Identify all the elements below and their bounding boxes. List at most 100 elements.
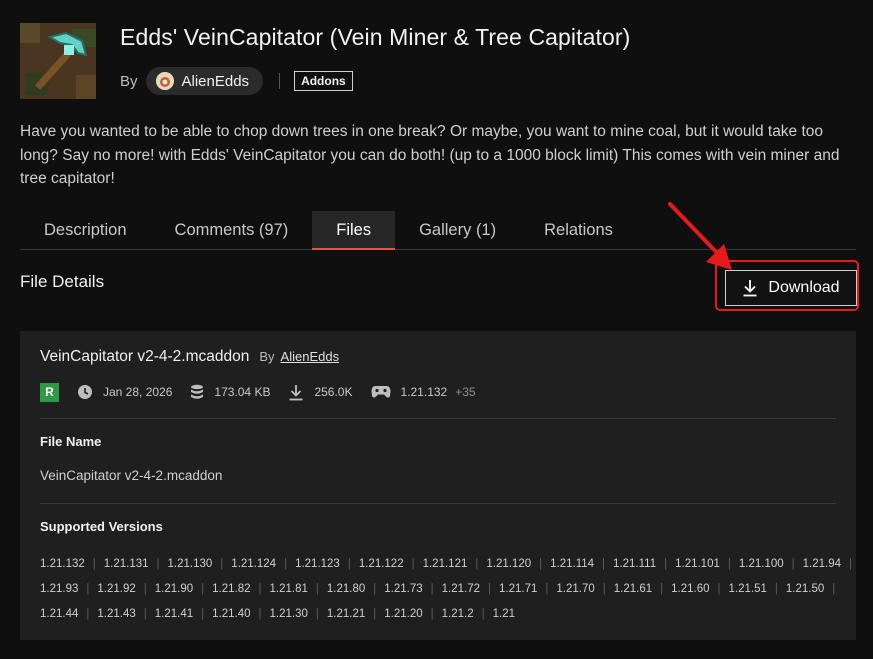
version-item: 1.21.73: [384, 582, 423, 595]
version-item: 1.21.131: [103, 557, 149, 570]
version-separator: |: [258, 582, 262, 595]
file-game-version: 1.21.132: [400, 385, 448, 399]
version-separator: |: [86, 607, 90, 620]
version-item: 1.21.40: [212, 607, 251, 620]
version-separator: |: [727, 557, 731, 570]
tab-gallery[interactable]: Gallery (1): [395, 211, 520, 249]
version-separator: |: [201, 607, 205, 620]
tab-files[interactable]: Files: [312, 211, 396, 250]
version-item: 1.21.81: [269, 582, 308, 595]
download-label: Download: [768, 279, 840, 296]
version-separator: |: [92, 557, 96, 570]
author-name: AlienEdds: [181, 72, 250, 90]
clock-icon: [77, 384, 93, 400]
version-separator: |: [602, 582, 606, 595]
project-byline: By AlienEdds Addons: [120, 67, 353, 95]
version-item: 1.21.44: [40, 607, 79, 620]
version-item: 1.21.120: [486, 557, 532, 570]
version-item: 1.21.72: [441, 582, 480, 595]
version-separator: |: [430, 607, 434, 620]
tab-relations[interactable]: Relations: [520, 211, 637, 249]
version-separator: |: [832, 582, 836, 595]
version-item: 1.21.43: [97, 607, 136, 620]
version-separator: |: [488, 582, 491, 595]
version-separator: |: [849, 557, 853, 570]
version-separator: |: [545, 582, 549, 595]
file-author-link[interactable]: AlienEdds: [281, 349, 340, 364]
version-item: 1.21.51: [728, 582, 767, 595]
version-separator: |: [258, 607, 262, 620]
card-divider: [40, 418, 836, 419]
version-item: 1.21.82: [212, 582, 251, 595]
version-separator: |: [430, 582, 434, 595]
version-item: 1.21.61: [613, 582, 653, 595]
tab-comments[interactable]: Comments (97): [151, 211, 313, 249]
download-count-icon: [288, 384, 304, 401]
version-separator: |: [717, 582, 721, 595]
version-item: 1.21.92: [97, 582, 136, 595]
version-item: 1.21.111: [613, 557, 657, 570]
version-separator: |: [220, 557, 224, 570]
supported-versions-list: 1.21.132 | 1.21.131 | 1.21.130 | 1.21.124 | 1.21…: [40, 551, 852, 626]
version-separator: |: [481, 607, 485, 620]
version-item: 1.21.20: [384, 607, 423, 620]
version-separator: |: [315, 582, 319, 595]
file-date: Jan 28, 2026: [103, 385, 173, 399]
pickaxe-thumbnail-icon: [20, 23, 96, 99]
version-item: 1.21.30: [269, 607, 308, 620]
version-separator: |: [284, 557, 288, 570]
release-badge: R: [40, 382, 59, 402]
download-button[interactable]: Download: [725, 270, 857, 306]
version-separator: |: [373, 582, 377, 595]
versions-row: 1.21.93 | 1.21.92 | 1.21.90 | 1.21.82 | 1.21.81 |…: [40, 576, 840, 601]
supported-versions-label: Supported Versions: [40, 519, 163, 534]
version-item: 1.21.21: [326, 607, 366, 620]
version-separator: |: [602, 557, 606, 570]
file-downloads: 256.0K: [314, 385, 353, 399]
version-item: 1.21.124: [231, 557, 277, 570]
project-title: Edds' VeinCapitator (Vein Miner & Tree C…: [120, 24, 631, 50]
version-separator: |: [373, 607, 377, 620]
file-title: VeinCapitator v2-4-2.mcaddon: [40, 348, 250, 365]
version-item: 1.21.41: [154, 607, 194, 620]
version-separator: |: [774, 582, 778, 595]
author-chip[interactable]: AlienEdds: [145, 67, 264, 95]
category-tag[interactable]: Addons: [294, 71, 353, 91]
version-separator: |: [347, 557, 351, 570]
version-item: 1.21.50: [785, 582, 825, 595]
file-by-label: By: [259, 349, 275, 364]
file-title-row: VeinCapitator v2-4-2.mcaddon By AlienEdd…: [40, 348, 339, 366]
version-item: 1.21.114: [550, 557, 595, 570]
extra-versions-count[interactable]: +35: [455, 385, 475, 399]
version-item: 1.21.80: [326, 582, 366, 595]
version-separator: |: [660, 582, 664, 595]
tab-description[interactable]: Description: [20, 211, 151, 249]
version-item: 1.21.101: [675, 557, 720, 570]
author-avatar: [155, 72, 174, 90]
version-separator: |: [539, 557, 543, 570]
version-separator: |: [315, 607, 319, 620]
version-item: 1.21.94: [802, 557, 842, 570]
version-item: 1.21.60: [671, 582, 710, 595]
version-item: 1.21.122: [358, 557, 404, 570]
file-card: VeinCapitator v2-4-2.mcaddon By AlienEdd…: [20, 331, 856, 640]
card-divider: [40, 503, 836, 504]
avatar-icon: [155, 72, 174, 90]
version-item: 1.21.93: [40, 582, 79, 595]
version-separator: |: [664, 557, 668, 570]
version-item: 1.21.100: [738, 557, 784, 570]
download-icon: [743, 280, 757, 297]
version-item: 1.21.2: [441, 607, 474, 620]
version-item: 1.21.90: [154, 582, 194, 595]
project-thumbnail: [20, 23, 96, 99]
version-item: 1.21.71: [499, 582, 538, 595]
version-separator: |: [791, 557, 795, 570]
versions-row: 1.21.132 | 1.21.131 | 1.21.130 | 1.21.124 | 1.21…: [40, 551, 852, 576]
versions-row: 1.21.44 | 1.21.43 | 1.21.41 | 1.21.40 | 1.21.30 |…: [40, 601, 840, 626]
version-item: 1.21: [492, 607, 515, 620]
version-separator: |: [201, 582, 205, 595]
file-name-value: VeinCapitator v2-4-2.mcaddon: [40, 468, 223, 483]
version-separator: |: [475, 557, 479, 570]
version-item: 1.21.130: [167, 557, 213, 570]
version-item: 1.21.121: [422, 557, 468, 570]
